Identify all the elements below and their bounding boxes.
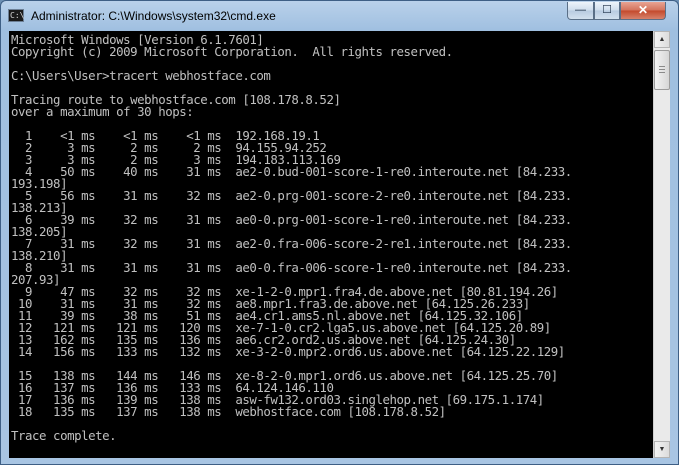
close-button[interactable]: ✕	[620, 2, 666, 20]
arrow-down-icon: ▼	[658, 446, 666, 453]
console-line: 4 50 ms 40 ms 31 ms ae2-0.bud-001-score-…	[11, 164, 572, 179]
console-line: 8 31 ms 31 ms 31 ms ae0-0.fra-006-score-…	[11, 260, 572, 275]
console-line: 14 156 ms 133 ms 132 ms xe-3-2-0.mpr2.or…	[11, 344, 565, 359]
console-line: 7 31 ms 32 ms 31 ms ae2-0.fra-006-score-…	[11, 236, 572, 251]
console-line: 6 39 ms 32 ms 31 ms ae0-0.prg-001-score-…	[11, 212, 572, 227]
scroll-up-button[interactable]: ▲	[654, 31, 670, 48]
scroll-thumb[interactable]	[654, 50, 670, 90]
maximize-button[interactable]: ☐	[594, 2, 620, 20]
console-output[interactable]: Microsoft Windows [Version 6.1.7601] Cop…	[9, 31, 653, 458]
console-line: C:\Users\User>tracert webhostface.com	[11, 68, 271, 83]
console-line: Copyright (c) 2009 Microsoft Corporation…	[11, 44, 453, 59]
console-text: Microsoft Windows [Version 6.1.7601] Cop…	[9, 31, 653, 442]
title-bar[interactable]: C:\ Administrator: C:\Windows\system32\c…	[1, 1, 678, 31]
scroll-down-button[interactable]: ▼	[654, 441, 670, 458]
cmd-icon[interactable]: C:\	[8, 9, 24, 22]
cmd-window: C:\ Administrator: C:\Windows\system32\c…	[0, 0, 679, 465]
console-line: Trace complete.	[11, 428, 117, 443]
vertical-scrollbar[interactable]: ▲ ▼	[653, 31, 670, 458]
window-title: Administrator: C:\Windows\system32\cmd.e…	[31, 9, 276, 23]
grip-line	[659, 69, 665, 70]
arrow-up-icon: ▲	[658, 36, 666, 43]
minimize-button[interactable]: —	[567, 2, 594, 20]
grip-line	[659, 72, 665, 73]
console-line: over a maximum of 30 hops:	[11, 104, 194, 119]
console-line: 18 135 ms 137 ms 138 ms webhostface.com …	[11, 404, 446, 419]
grip-line	[659, 66, 665, 67]
console-line: 5 56 ms 31 ms 32 ms ae2-0.prg-001-score-…	[11, 188, 572, 203]
